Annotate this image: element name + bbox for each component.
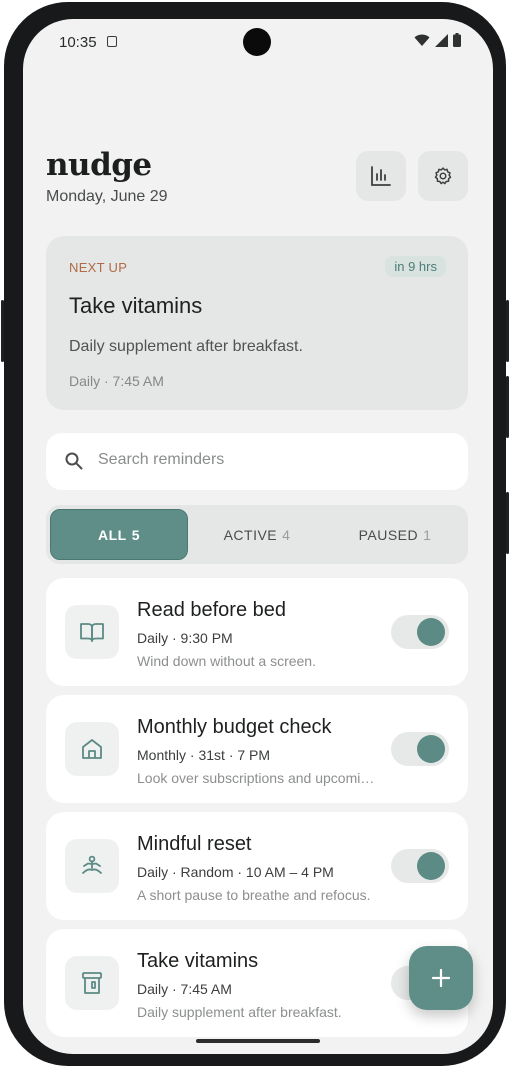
reminder-toggle[interactable] (391, 615, 449, 649)
side-button-left (1, 300, 4, 362)
tab-active-count: 4 (282, 526, 291, 543)
reminder-schedule: Daily · Random · 10 AM – 4 PM (137, 864, 334, 880)
next-up-schedule: Daily · 7:45 AM (69, 373, 164, 389)
front-camera (243, 28, 271, 56)
wifi-icon (414, 34, 430, 46)
reminder-description: Wind down without a screen. (137, 653, 316, 669)
next-up-label: NEXT UP (69, 260, 128, 275)
pill-bottle-icon (65, 956, 119, 1010)
stats-button[interactable] (356, 151, 406, 201)
book-icon (65, 605, 119, 659)
tab-all-label: ALL (97, 526, 127, 543)
reminder-schedule: Monthly · 31st · 7 PM (137, 747, 271, 763)
reminder-title: Mindful reset (137, 833, 252, 855)
signal-icon (435, 33, 448, 47)
reminder-schedule: Daily · 7:45 AM (137, 981, 232, 997)
next-up-time-badge: in 9 hrs (385, 256, 446, 277)
next-up-card[interactable]: NEXT UP in 9 hrs Take vitamins Daily sup… (46, 236, 468, 410)
add-reminder-button[interactable] (409, 946, 473, 1010)
status-icons (414, 33, 461, 47)
battery-icon (453, 33, 461, 47)
next-up-description: Daily supplement after breakfast. (69, 338, 303, 355)
tab-all-count: 5 (131, 526, 140, 543)
reminder-toggle[interactable] (391, 732, 449, 766)
filter-tabs: ALL 5 ACTIVE 4 PAUSED 1 (46, 505, 468, 564)
settings-button[interactable] (418, 151, 468, 201)
search-bar[interactable] (46, 433, 468, 490)
plus-icon (431, 968, 451, 988)
reminder-description: Daily supplement after breakfast. (137, 1004, 342, 1020)
toggle-knob (417, 735, 445, 763)
reminder-schedule: Daily · 9:30 PM (137, 630, 233, 646)
app-title: nudge (46, 147, 152, 183)
reminder-description: A short pause to breathe and refocus. (137, 887, 371, 903)
reminder-card[interactable]: Read before bed Daily · 9:30 PM Wind dow… (46, 578, 468, 686)
status-bar: 10:35 (23, 19, 493, 67)
current-date: Monday, June 29 (46, 188, 168, 205)
home-icon (65, 722, 119, 776)
search-input[interactable] (98, 451, 438, 469)
tab-active-label: ACTIVE (223, 526, 278, 543)
tab-paused-label: PAUSED (358, 526, 419, 543)
phone-frame: 10:35 nudge Monday, June 29 NEXT UP in 9… (1, 2, 509, 1066)
volume-up-button (506, 376, 509, 438)
reminder-card[interactable]: Monthly budget check Monthly · 31st · 7 … (46, 695, 468, 803)
tab-paused-count: 1 (423, 526, 432, 543)
reminder-title: Monthly budget check (137, 716, 332, 738)
volume-down-button (506, 492, 509, 554)
bar-chart-icon (371, 166, 391, 186)
toggle-knob (417, 852, 445, 880)
tab-active[interactable]: ACTIVE 4 (188, 509, 326, 560)
status-time: 10:35 (59, 34, 97, 51)
sim-icon (107, 36, 117, 47)
gear-icon (434, 167, 452, 185)
screen: 10:35 nudge Monday, June 29 NEXT UP in 9… (23, 19, 493, 1054)
reminder-card[interactable]: Take vitamins Daily · 7:45 AM Daily supp… (46, 929, 468, 1037)
power-button (506, 300, 509, 362)
home-indicator[interactable] (196, 1039, 320, 1043)
reminder-title: Read before bed (137, 599, 287, 621)
next-up-title: Take vitamins (69, 293, 203, 318)
reminder-title: Take vitamins (137, 950, 259, 972)
tab-paused[interactable]: PAUSED 1 (326, 509, 464, 560)
toggle-knob (417, 618, 445, 646)
tab-all[interactable]: ALL 5 (50, 509, 188, 560)
reminder-card[interactable]: Mindful reset Daily · Random · 10 AM – 4… (46, 812, 468, 920)
meditation-icon (65, 839, 119, 893)
search-icon (65, 452, 83, 470)
reminder-description: Look over subscriptions and upcoming bil… (137, 770, 377, 786)
reminder-toggle[interactable] (391, 849, 449, 883)
